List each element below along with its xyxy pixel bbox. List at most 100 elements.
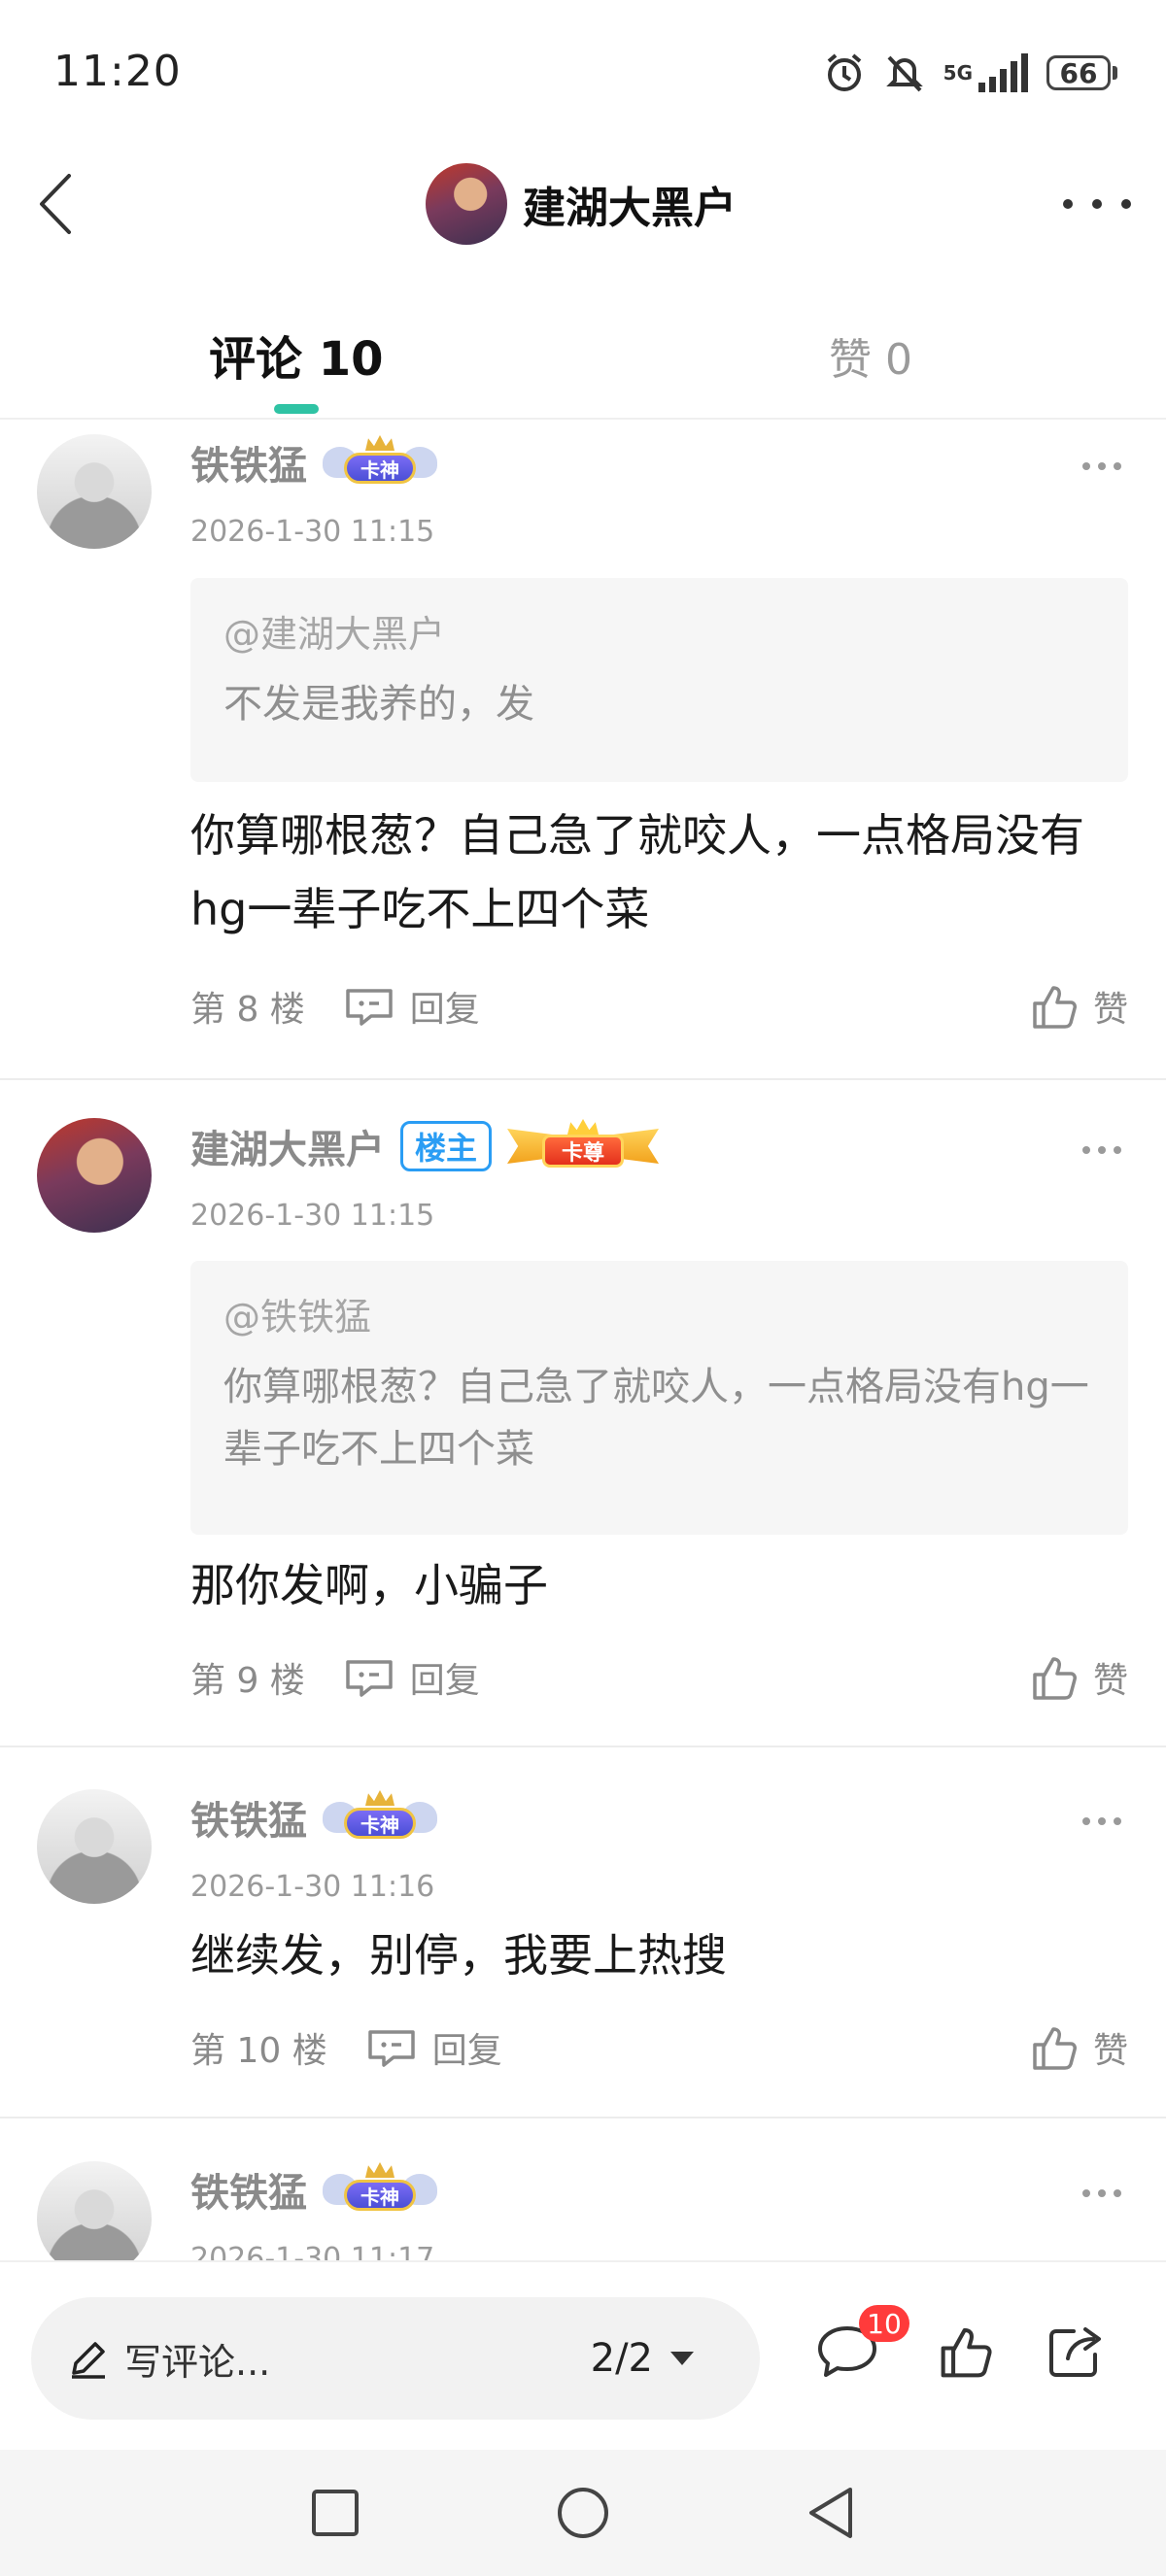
reply-button[interactable]: 回复: [366, 2022, 502, 2073]
quote-text: 不发是我养的，发: [223, 682, 534, 727]
comment-body: 你算哪根葱？自己急了就咬人，一点格局没有hg一辈子吃不上四个菜: [190, 809, 1084, 935]
comment-username: 铁铁猛: [190, 1799, 307, 1844]
comment-item: 铁铁猛 卡神 2026-1-30 11:17: [0, 2147, 1166, 2260]
comment-item: 铁铁猛 卡神 2026-1-30 11:16 继续发，别停，我要上热搜 第 10…: [0, 1775, 1166, 2124]
rank-badge-label: 卡神: [344, 1808, 416, 1839]
rank-badge: 卡尊: [507, 1119, 660, 1173]
signal-icon: 5G: [943, 53, 1029, 92]
more-icon[interactable]: [1082, 1146, 1121, 1156]
quoted-comment[interactable]: @铁铁猛 你算哪根葱？自己急了就咬人，一点格局没有hg一辈子吃不上四个菜: [190, 1261, 1128, 1535]
share-button[interactable]: [1038, 2313, 1115, 2390]
comment-username: 铁铁猛: [190, 444, 307, 489]
avatar[interactable]: [37, 434, 152, 549]
comment-footer: 第 10 楼 回复 赞: [190, 2018, 1128, 2077]
avatar[interactable]: [426, 163, 507, 245]
comment-footer: 第 8 楼 回复 赞: [190, 977, 1128, 1035]
rank-badge-label: 卡尊: [542, 1135, 625, 1168]
avatar[interactable]: [37, 1789, 152, 1904]
comment-time: 2026-1-30 11:15: [190, 515, 435, 549]
compose-placeholder: 写评论...: [124, 2340, 271, 2384]
like-post-button[interactable]: [928, 2313, 1006, 2390]
rank-badge-label: 卡神: [344, 2180, 416, 2211]
comment-user[interactable]: 铁铁猛 卡神: [190, 1789, 437, 1846]
system-back-button[interactable]: [797, 2479, 865, 2547]
floor-number: 第 9 楼: [190, 1661, 305, 1701]
owner-badge: 楼主: [400, 1121, 493, 1171]
comment-user[interactable]: 铁铁猛 卡神: [190, 2161, 437, 2218]
comment-username: 建湖大黑户: [190, 1128, 385, 1172]
more-icon[interactable]: [1082, 462, 1121, 472]
triangle-back-icon: [809, 2488, 852, 2538]
more-icon[interactable]: [1082, 1817, 1121, 1827]
page-selector[interactable]: 2/2: [591, 2336, 696, 2381]
like-icon: [1033, 986, 1077, 1029]
reply-icon: [346, 989, 393, 1026]
quote-mention: @铁铁猛: [223, 1296, 372, 1339]
like-button[interactable]: 赞: [1031, 2022, 1128, 2073]
back-button[interactable]: [21, 167, 89, 241]
divider: [0, 1078, 1166, 1080]
like-button[interactable]: 赞: [1031, 1652, 1128, 1703]
comment-footer: 第 9 楼 回复 赞: [190, 1648, 1128, 1707]
square-icon: [312, 2490, 359, 2536]
like-label: 赞: [1092, 2031, 1128, 2071]
like-button[interactable]: 赞: [1031, 981, 1128, 1032]
comment-user[interactable]: 铁铁猛 卡神: [190, 434, 437, 491]
recent-apps-button[interactable]: [301, 2479, 369, 2547]
rank-badge: 卡神: [323, 2162, 437, 2217]
avatar[interactable]: [37, 1118, 152, 1233]
comment-username: 铁铁猛: [190, 2171, 307, 2216]
status-icons: 5G 66: [823, 49, 1117, 97]
comment-user[interactable]: 建湖大黑户 楼主 卡尊: [190, 1118, 660, 1174]
status-bar: 11:20 5G 66: [0, 0, 1166, 146]
header: 建湖大黑户: [0, 146, 1166, 262]
share-icon: [1049, 2327, 1101, 2377]
comment-time: 2026-1-30 11:17: [190, 2242, 435, 2260]
tab-bar: 评论 10 赞 0: [0, 291, 1166, 420]
system-nav-bar: [0, 2450, 1166, 2576]
divider: [0, 2117, 1166, 2118]
circle-icon: [558, 2488, 608, 2538]
comment-count-badge: 10: [859, 2305, 909, 2342]
reply-icon: [367, 2030, 415, 2067]
back-icon: [40, 174, 71, 234]
header-user[interactable]: 建湖大黑户: [426, 163, 737, 245]
home-button[interactable]: [549, 2479, 617, 2547]
bottom-action-bar: 写评论... 2/2 10: [0, 2260, 1166, 2452]
quote-mention: @建湖大黑户: [223, 613, 446, 656]
reply-label: 回复: [409, 1661, 480, 1701]
comment-body: 继续发，别停，我要上热搜: [190, 1929, 727, 1982]
compose-input[interactable]: 写评论... 2/2: [31, 2297, 760, 2420]
rank-badge: 卡神: [323, 435, 437, 490]
page-title: 建湖大黑户: [523, 184, 737, 233]
network-label: 5G: [943, 61, 973, 85]
more-icon[interactable]: [1082, 2189, 1121, 2199]
like-icon: [941, 2327, 992, 2378]
floor-number: 第 10 楼: [190, 2031, 327, 2071]
battery-level: 66: [1046, 55, 1111, 90]
tab-likes[interactable]: 赞 0: [829, 324, 912, 387]
tab-indicator: [274, 404, 319, 414]
comment-item: 建湖大黑户 楼主 卡尊 2026-1-30 11:15 @铁铁猛 你算哪根葱？自…: [0, 1103, 1166, 1764]
alarm-icon: [823, 51, 866, 94]
mute-icon: [883, 51, 926, 94]
comment-time: 2026-1-30 11:15: [190, 1199, 435, 1233]
reply-label: 回复: [409, 990, 480, 1030]
battery-icon: 66: [1046, 55, 1117, 90]
comment-list[interactable]: 铁铁猛 卡神 2026-1-30 11:15 @建湖大黑户 不发是我养的，发 你…: [0, 420, 1166, 2260]
reply-icon: [346, 1660, 393, 1697]
reply-button[interactable]: 回复: [344, 1652, 480, 1703]
divider: [0, 1746, 1166, 1747]
floor-number: 第 8 楼: [190, 990, 305, 1030]
rank-badge: 卡神: [323, 1790, 437, 1845]
more-icon[interactable]: [1063, 185, 1131, 223]
reply-button[interactable]: 回复: [344, 981, 480, 1032]
avatar[interactable]: [37, 2161, 152, 2260]
page-indicator: 2/2: [590, 2336, 653, 2381]
chevron-down-icon: [670, 2352, 694, 2365]
comment-item: 铁铁猛 卡神 2026-1-30 11:15 @建湖大黑户 不发是我养的，发 你…: [0, 420, 1166, 1080]
tab-comments[interactable]: 评论 10: [209, 321, 384, 389]
comment-time: 2026-1-30 11:16: [190, 1870, 435, 1904]
like-label: 赞: [1092, 1661, 1128, 1701]
quoted-comment[interactable]: @建湖大黑户 不发是我养的，发: [190, 578, 1128, 782]
